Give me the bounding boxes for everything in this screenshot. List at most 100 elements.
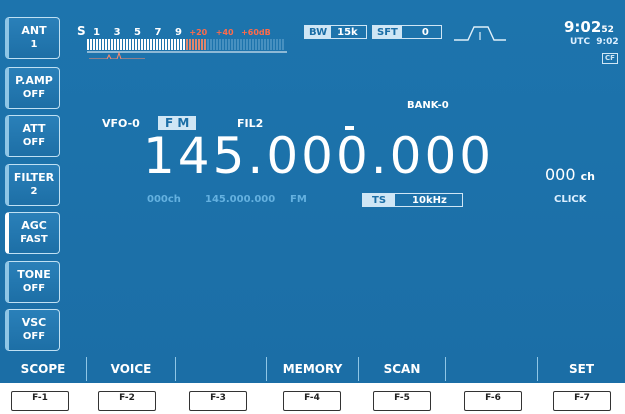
s-meter-segment [114,39,116,50]
s-meter-segment [174,39,176,50]
channel-display: 000 ch [545,165,595,184]
p-amp-key[interactable]: P.AMP OFF [5,67,60,109]
s-meter-bar [87,39,287,59]
s-meter-segment [240,39,242,50]
tuning-step-indicator[interactable]: TS 10kHz [362,193,463,207]
s-meter-segment [96,39,98,50]
f5-button[interactable]: F-5 [373,391,431,411]
s-meter-segment [129,39,131,50]
s-meter-segment [123,39,125,50]
soft-key-memory[interactable]: MEMORY [267,357,359,381]
vfo-label: VFO-0 [102,117,140,130]
s-meter-segment [102,39,104,50]
s-meter-segment [276,39,278,50]
agc-key-label: AGC [21,219,47,232]
s-meter-segment [261,39,263,50]
s-meter-segment [258,39,260,50]
s-meter-tick-5: 5 [134,27,142,38]
click-label: CLICK [554,194,587,205]
f6-button[interactable]: F-6 [464,391,522,411]
s-meter-s-label: S [77,24,86,38]
s-meter-segment [108,39,110,50]
s-meter-segment [243,39,245,50]
f4-button[interactable]: F-4 [283,391,341,411]
f3-button[interactable]: F-3 [189,391,247,411]
s-meter-tick-3: 3 [113,27,121,38]
f2-button[interactable]: F-2 [98,391,156,411]
s-meter-tick-7: 7 [154,27,162,38]
tone-key[interactable]: TONE OFF [5,261,60,303]
filter-key[interactable]: FILTER 2 [5,164,60,206]
utc-label: UTC [570,37,591,47]
clock-time: 9:02 [564,18,602,36]
center-indicator [89,51,145,59]
s-meter-segment [138,39,140,50]
s-meter-segment [153,39,155,50]
s-meter-segment [219,39,221,50]
s-meter-segment [87,39,89,50]
s-meter-segment [204,39,206,50]
soft-key-scan[interactable]: SCAN [359,357,446,381]
radio-display: ANT 1 P.AMP OFF ATT OFF FILTER 2 AGC FAS… [0,0,625,383]
s-meter-scale: S 1 3 5 7 9 +20 +40 +60dB [77,24,271,38]
ts-value: 10kHz [412,194,447,206]
s-meter-segment [183,39,185,50]
ant-key-value: 1 [30,39,38,50]
s-meter-segment [90,39,92,50]
s-meter-segment [246,39,248,50]
soft-key-6[interactable] [446,357,538,381]
att-key-label: ATT [22,122,46,135]
s-meter-segment [117,39,119,50]
vsc-key-label: VSC [21,316,47,329]
soft-key-3[interactable] [176,357,267,381]
s-meter-segment [282,39,284,50]
s-meter-segment [255,39,257,50]
s-meter-segment [270,39,272,50]
soft-key-scope[interactable]: SCOPE [0,357,87,381]
s-meter-segment [207,39,209,50]
s-meter-segment [162,39,164,50]
bw-value: 15k [337,26,358,38]
att-key[interactable]: ATT OFF [5,115,60,157]
ant-key[interactable]: ANT 1 [5,17,60,59]
vsc-key-value: OFF [22,331,46,342]
filter-passband-icon [454,26,506,41]
ant-key-label: ANT [21,24,47,37]
s-meter-tick-plus40: +40 [215,28,234,37]
main-frequency[interactable]: 145.000.000 [143,128,494,184]
ts-tag: TS [363,194,396,206]
s-meter-segment [198,39,200,50]
s-meter-segment [201,39,203,50]
f7-button[interactable]: F-7 [553,391,611,411]
agc-key-value: FAST [20,234,48,245]
channel-number: 000 [545,165,576,184]
sub-mode: FM [290,194,307,205]
sub-frequency: 145.000.000 [205,194,276,205]
s-meter-segment [195,39,197,50]
filter-key-label: FILTER [13,171,55,184]
bank-label: BANK-0 [407,100,449,111]
s-meter-segment [159,39,161,50]
s-meter-segment [210,39,212,50]
s-meter-tick-1: 1 [93,27,101,38]
s-meter-segment [132,39,134,50]
tone-key-value: OFF [22,283,46,294]
tuning-step-cursor [345,126,354,130]
s-meter-segment [249,39,251,50]
s-meter-segment [177,39,179,50]
agc-key[interactable]: AGC FAST [5,212,60,254]
s-meter-segment [150,39,152,50]
s-meter-segment [222,39,224,50]
f1-button[interactable]: F-1 [11,391,69,411]
s-meter-segment [171,39,173,50]
soft-key-set[interactable]: SET [538,357,625,381]
s-meter-segment [216,39,218,50]
s-meter-segment [186,39,188,50]
soft-key-voice[interactable]: VOICE [87,357,176,381]
bw-indicator[interactable]: BW 15k [304,25,367,39]
s-meter-segment [144,39,146,50]
s-meter-segment [165,39,167,50]
vsc-key[interactable]: VSC OFF [5,309,60,351]
sft-indicator[interactable]: SFT 0 [372,25,442,39]
s-meter-segment [192,39,194,50]
